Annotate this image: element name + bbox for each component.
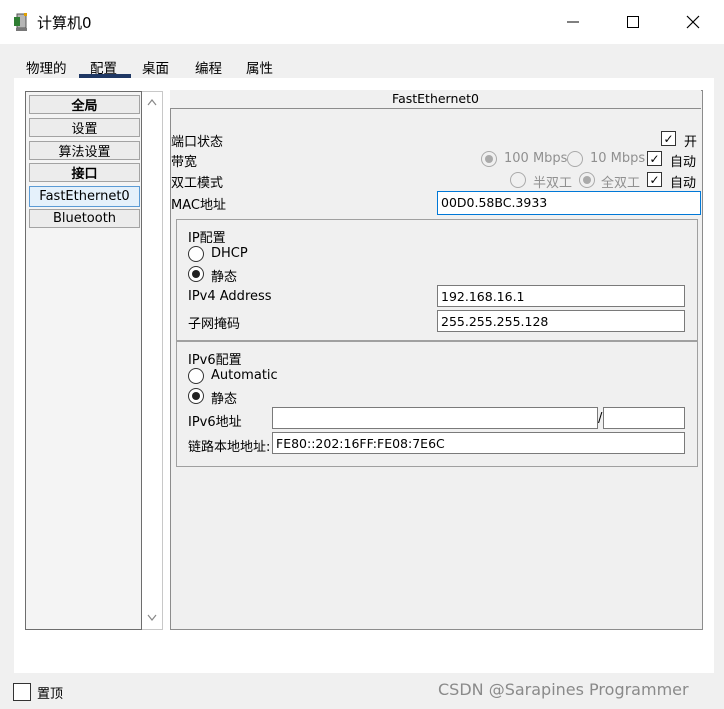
sidebar-list: 全局 设置 算法设置 接口 FastEthernet0 Bluetooth — [25, 91, 142, 630]
watermark-text: CSDN @Sarapines Programmer — [438, 680, 689, 699]
bandwidth-100-label: 100 Mbps — [504, 151, 568, 166]
bandwidth-label: 带宽 — [171, 155, 198, 170]
ipv6-automatic-label: Automatic — [211, 368, 278, 383]
always-on-top-label: 置顶 — [37, 687, 64, 702]
sidebar-item-algorithm-settings[interactable]: 算法设置 — [29, 141, 140, 160]
tab-bar: 物理的 配置 桌面 编程 属性 — [14, 44, 714, 78]
sidebar-scrollbar[interactable] — [142, 91, 163, 630]
tab-programming[interactable]: 编程 — [195, 57, 222, 77]
scroll-down-icon[interactable] — [147, 614, 157, 622]
always-on-top-checkbox[interactable] — [13, 683, 31, 701]
close-icon — [686, 15, 700, 29]
duplex-auto-checkbox[interactable]: ✓ — [647, 172, 662, 187]
ipv6-automatic-radio[interactable] — [188, 368, 204, 384]
sidebar-item-settings[interactable]: 设置 — [29, 118, 140, 137]
tab-physical[interactable]: 物理的 — [26, 57, 67, 77]
close-button[interactable] — [670, 6, 716, 38]
mac-address-input[interactable]: 00D0.58BC.3933 — [437, 191, 701, 215]
tab-attributes[interactable]: 属性 — [246, 57, 273, 77]
mac-label: MAC地址 — [171, 198, 226, 213]
port-status-label: 端口状态 — [171, 135, 224, 150]
dhcp-radio[interactable] — [188, 246, 204, 262]
checkmark-icon: ✓ — [649, 172, 660, 187]
ipv4-static-radio[interactable] — [188, 266, 204, 282]
bandwidth-10-radio[interactable] — [567, 151, 583, 167]
minimize-icon — [567, 21, 579, 23]
subnet-mask-input[interactable]: 255.255.255.128 — [437, 310, 685, 332]
port-on-label: 开 — [684, 135, 698, 150]
ipv6-prefix-separator: / — [598, 411, 603, 426]
sidebar-item-bluetooth[interactable]: Bluetooth — [29, 209, 140, 228]
bandwidth-10-label: 10 Mbps — [590, 151, 646, 166]
ipv6-prefix-input[interactable] — [603, 407, 685, 429]
tab-desktop[interactable]: 桌面 — [142, 57, 169, 77]
ipv4-group-label: IP配置 — [188, 231, 226, 246]
ipv4-address-label: IPv4 Address — [188, 289, 272, 304]
ipv4-static-label: 静态 — [211, 270, 238, 285]
bandwidth-100-radio[interactable] — [481, 151, 497, 167]
link-local-label: 链路本地地址: — [188, 440, 271, 455]
ipv6-address-input[interactable] — [272, 407, 598, 429]
interface-title: FastEthernet0 — [170, 90, 701, 109]
link-local-address-field[interactable]: FE80::202:16FF:FE08:7E6C — [272, 432, 685, 454]
ipv6-static-radio[interactable] — [188, 388, 204, 404]
sidebar-header-global[interactable]: 全局 — [29, 95, 140, 114]
half-duplex-radio[interactable] — [510, 172, 526, 188]
ipv6-address-label: IPv6地址 — [188, 415, 242, 430]
minimize-button[interactable] — [550, 6, 596, 38]
ipv4-address-input[interactable]: 192.168.16.1 — [437, 285, 685, 307]
computer-app-icon — [11, 11, 33, 33]
maximize-button[interactable] — [610, 6, 656, 38]
checkmark-icon: ✓ — [663, 131, 674, 146]
port-status-checkbox[interactable]: ✓ — [661, 131, 676, 146]
sidebar-item-fastethernet0[interactable]: FastEthernet0 — [29, 186, 140, 207]
full-duplex-label: 全双工 — [601, 176, 641, 191]
bandwidth-auto-checkbox[interactable]: ✓ — [647, 151, 662, 166]
ipv6-group-label: IPv6配置 — [188, 353, 242, 368]
half-duplex-label: 半双工 — [533, 176, 573, 191]
dhcp-label: DHCP — [211, 246, 248, 261]
duplex-auto-label: 自动 — [670, 176, 697, 191]
sidebar-header-interface[interactable]: 接口 — [29, 163, 140, 182]
ipv6-static-label: 静态 — [211, 392, 238, 407]
subnet-mask-label: 子网掩码 — [188, 317, 241, 332]
bandwidth-auto-label: 自动 — [670, 155, 697, 170]
full-duplex-radio[interactable] — [579, 172, 595, 188]
window-title: 计算机0 — [37, 14, 92, 32]
scroll-up-icon[interactable] — [147, 98, 157, 106]
duplex-label: 双工模式 — [171, 176, 224, 191]
checkmark-icon: ✓ — [649, 151, 660, 166]
maximize-icon — [627, 16, 639, 28]
